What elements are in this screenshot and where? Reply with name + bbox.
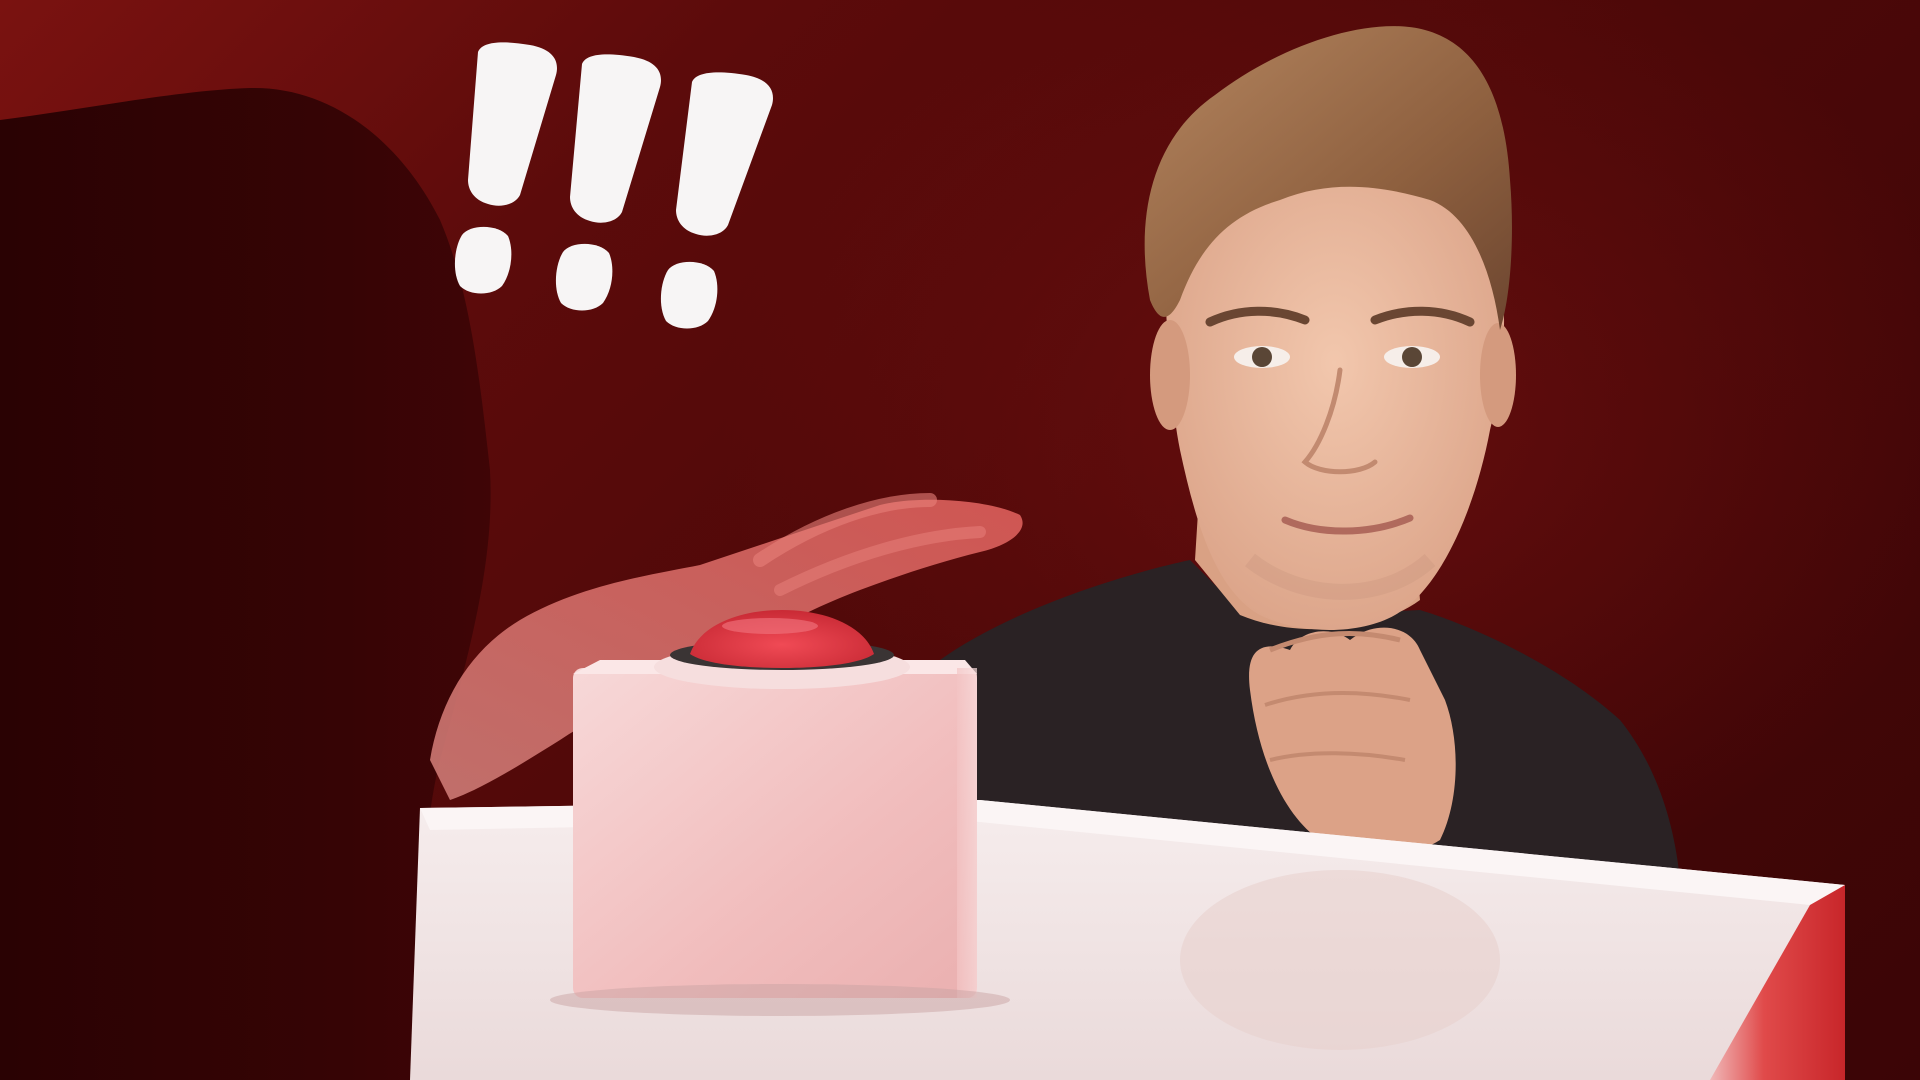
exclamation-1-bar <box>468 42 557 206</box>
exclamation-marks <box>454 42 773 329</box>
exclamation-3-bar <box>676 72 773 236</box>
scene-artwork <box>0 26 1845 1080</box>
person-ear-right <box>1480 323 1516 427</box>
exclamation-2-bar <box>570 54 661 223</box>
exclamation-2-dot <box>555 243 613 311</box>
buzzer-box <box>573 668 977 998</box>
thumbnail-scene <box>0 0 1920 1080</box>
person-ear-left <box>1150 320 1190 430</box>
exclamation-3-dot <box>660 261 718 329</box>
exclamation-1-dot <box>454 226 512 294</box>
